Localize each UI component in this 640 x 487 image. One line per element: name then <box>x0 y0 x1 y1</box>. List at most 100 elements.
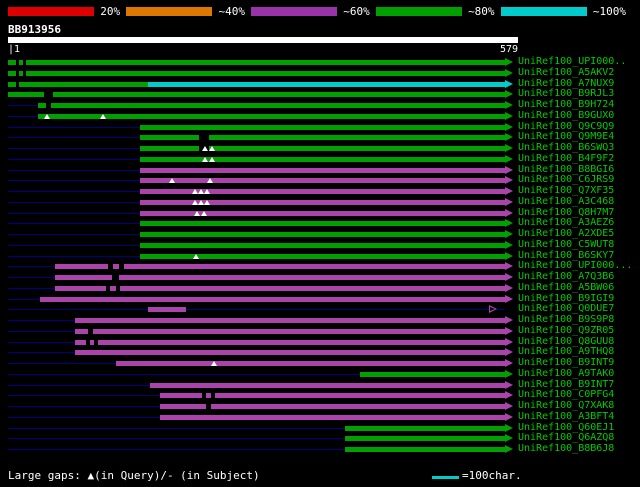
large-gaps-legend: Large gaps: ▲(in Query)/- (in Subject) <box>8 469 260 482</box>
arrowhead-icon <box>505 251 513 260</box>
alignment-bar[interactable] <box>140 178 505 184</box>
alignment-row: UniRef100_B4F9F2 <box>0 153 640 165</box>
alignment-row: UniRef100_A3BFT4 <box>0 411 640 423</box>
query-gap-triangle-icon <box>204 189 210 194</box>
query-gap-triangle-icon <box>169 178 175 184</box>
arrowhead-icon <box>505 187 513 195</box>
subject-gap-tick <box>16 70 19 76</box>
subject-gap-tick <box>94 339 98 345</box>
scale-unit-label: =100char. <box>462 469 522 482</box>
arrowhead-icon <box>505 154 513 163</box>
arrowhead-icon <box>505 58 513 66</box>
arrowhead-icon <box>505 348 513 357</box>
alignment-bar[interactable] <box>160 414 505 420</box>
alignment-bar[interactable] <box>140 221 505 227</box>
arrowhead-icon <box>505 423 513 432</box>
arrowhead-icon <box>505 176 513 185</box>
query-gap-triangle-icon <box>207 178 213 184</box>
arrowhead-icon <box>505 230 513 238</box>
alignment-bar[interactable] <box>140 146 505 151</box>
alignment-row: UniRef100_A9TAK0 <box>0 368 640 380</box>
alignment-bar[interactable] <box>40 296 505 302</box>
alignment-bar[interactable] <box>160 404 505 409</box>
query-gap-triangle-icon <box>193 253 199 259</box>
arrowhead-icon <box>505 90 513 99</box>
hit-label[interactable]: UniRef100_A3C468 <box>518 196 614 208</box>
alignment-bar[interactable] <box>140 135 505 141</box>
subject-gap-tick <box>46 103 51 108</box>
subject-gap-tick <box>199 135 209 141</box>
alignment-bar[interactable] <box>75 328 505 334</box>
alignment-bar[interactable] <box>148 81 505 87</box>
arrowhead-icon <box>505 122 513 131</box>
alignment-bar[interactable] <box>38 113 505 119</box>
subject-gap-tick <box>106 285 110 291</box>
cyan-scale-segment <box>500 7 587 16</box>
alignment-bar[interactable] <box>75 339 505 345</box>
subject-gap-tick <box>108 264 113 270</box>
query-gap-triangle-icon <box>201 210 207 216</box>
arrowhead-icon <box>505 316 513 324</box>
scale-label: ~40% <box>218 5 245 18</box>
subject-gap-tick <box>211 393 215 399</box>
alignment-bar[interactable] <box>148 307 186 313</box>
hit-label[interactable]: UniRef100_B8B6J8 <box>518 443 614 455</box>
hit-label[interactable]: UniRef100_A5BW06 <box>518 282 614 294</box>
alignment-bar[interactable] <box>345 425 505 431</box>
hit-label[interactable]: UniRef100_Q9ZR05 <box>518 325 614 337</box>
alignment-bar[interactable] <box>75 350 505 356</box>
alignment-bar[interactable] <box>55 285 505 291</box>
alignment-bar[interactable] <box>140 242 505 248</box>
scale-label: ~100% <box>592 5 626 18</box>
arrowhead-icon <box>505 273 513 281</box>
hit-label[interactable]: UniRef100_B9GUX0 <box>518 110 614 122</box>
alignment-bar[interactable] <box>345 436 505 442</box>
arrowhead-icon <box>505 337 513 346</box>
query-baseline <box>8 309 505 311</box>
arrowhead-icon <box>505 111 513 120</box>
alignment-bar[interactable] <box>55 275 505 280</box>
query-bar <box>8 37 518 43</box>
arrowhead-icon <box>505 79 513 88</box>
alignment-bar[interactable] <box>360 371 505 377</box>
alignment-bar[interactable] <box>150 382 505 388</box>
arrowhead-icon <box>505 380 513 389</box>
alignment-bar[interactable] <box>140 232 505 237</box>
query-end-coordinate: 579 <box>499 44 518 55</box>
alignment-bar[interactable] <box>140 156 505 162</box>
hit-label[interactable]: UniRef100_C5WUT8 <box>518 239 614 251</box>
alignment-bar[interactable] <box>116 361 505 366</box>
alignment-bar[interactable] <box>38 103 505 108</box>
arrowhead-icon <box>505 101 513 109</box>
query-gap-triangle-icon <box>202 156 208 162</box>
alignment-bar[interactable] <box>140 124 505 130</box>
hit-label[interactable]: UniRef100_A3BFT4 <box>518 411 614 423</box>
alignment-bar[interactable] <box>75 318 505 323</box>
alignment-row: UniRef100_A5AKV2 <box>0 67 640 79</box>
arrowhead-icon <box>505 294 513 303</box>
orange-scale-segment <box>126 7 213 16</box>
alignment-row: UniRef100_B9GUX0 <box>0 110 640 122</box>
hit-label[interactable]: UniRef100_B4F9F2 <box>518 153 614 165</box>
red-scale-segment <box>8 7 95 16</box>
query-gap-triangle-icon <box>44 113 50 119</box>
alignment-bar[interactable] <box>8 60 505 65</box>
alignment-bar[interactable] <box>345 447 505 452</box>
subject-gap-tick <box>119 264 124 270</box>
alignment-bar[interactable] <box>8 81 148 87</box>
subject-gap-tick <box>202 393 206 399</box>
arrowhead-icon <box>505 402 513 410</box>
alignment-row: UniRef100_A5BW06 <box>0 282 640 294</box>
subject-gap-tick <box>88 328 93 334</box>
alignment-bar[interactable] <box>8 70 505 76</box>
hit-label[interactable]: UniRef100_A9TAK0 <box>518 368 614 380</box>
alignment-bar[interactable] <box>8 92 505 98</box>
arrowhead-icon <box>505 434 513 443</box>
query-gap-triangle-icon <box>202 146 208 151</box>
query-gap-triangle-icon <box>194 210 200 216</box>
hit-label[interactable]: UniRef100_A5AKV2 <box>518 67 614 79</box>
arrowhead-icon <box>505 326 513 335</box>
arrowhead-icon <box>505 208 513 217</box>
alignment-bar[interactable] <box>140 167 505 173</box>
arrowhead-icon <box>505 369 513 378</box>
